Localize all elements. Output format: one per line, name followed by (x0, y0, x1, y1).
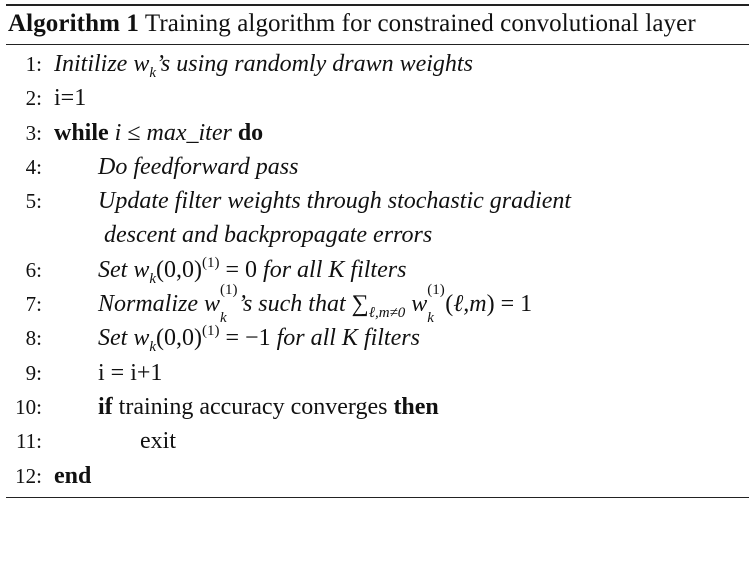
line-content: exit (140, 428, 176, 455)
algo-line-3: 3: while i ≤ max_iter do (6, 116, 749, 150)
algorithm-caption: Algorithm 1 Training algorithm for const… (6, 6, 749, 44)
line-content: Update filter weights through stochastic… (98, 188, 572, 215)
line-content: Initilize wk’s using randomly drawn weig… (54, 51, 473, 81)
line-number: 4: (25, 154, 42, 179)
algo-line-11: 11: exit (6, 424, 749, 458)
line-number: 12: (15, 463, 42, 488)
algo-line-9: 9: i = i+1 (6, 356, 749, 390)
line-number: 1: (25, 52, 42, 76)
bottom-rule (6, 496, 749, 498)
algo-line-2: 2: i=1 (6, 81, 749, 115)
line-content: Do feedforward pass (98, 153, 299, 180)
line-number: 11: (15, 429, 42, 454)
algo-line-6: 6: Set wk(0,0)(1) = 0 for all K filters (6, 253, 749, 287)
algo-line-7: 7: Normalize w (1) k’s such that ∑ℓ,m≠0 w(… (6, 282, 749, 327)
algo-line-5-continuation: descent and backpropagate errors (6, 218, 749, 252)
algorithm-box: Algorithm 1 Training algorithm for const… (6, 4, 749, 498)
algorithm-label: Algorithm 1 (8, 10, 139, 37)
algo-line-12: 12: end (6, 459, 749, 493)
line-number: 10: (15, 394, 42, 419)
line-number: 6: (25, 257, 42, 282)
keyword-if: if (98, 393, 113, 420)
line-content: Set wk(0,0)(1) = −1 for all K filters (98, 323, 420, 356)
line-number: 2: (25, 86, 42, 111)
keyword-end: end (54, 462, 92, 489)
line-number: 7: (25, 292, 42, 317)
line-content: descent and backpropagate errors (104, 222, 433, 249)
algo-line-4: 4: Do feedforward pass (6, 150, 749, 184)
keyword-then: then (393, 393, 439, 420)
line-content: i = i+1 (98, 359, 163, 386)
line-content: if training accuracy converges then (98, 393, 439, 420)
line-number: 3: (25, 120, 42, 145)
algo-line-5: 5: Update filter weights through stochas… (6, 184, 749, 218)
algo-line-8: 8: Set wk(0,0)(1) = −1 for all K filters (6, 321, 749, 355)
line-content: i=1 (54, 85, 87, 112)
keyword-do: do (237, 119, 264, 146)
line-number: 8: (25, 326, 42, 351)
algo-line-1: 1: Initilize wk’s using randomly drawn w… (6, 47, 749, 81)
algo-line-10: 10: if training accuracy converges then (6, 390, 749, 424)
keyword-while: while (54, 119, 109, 146)
algorithm-title: Training algorithm for constrained convo… (144, 10, 696, 37)
line-content: Normalize w (1) k’s such that ∑ℓ,m≠0 w (1) k… (98, 282, 533, 327)
algorithm-lines: 1: Initilize wk’s using randomly drawn w… (6, 45, 749, 497)
line-content: Set wk(0,0)(1) = 0 for all K filters (98, 254, 407, 287)
line-number: 5: (25, 189, 42, 214)
line-number: 9: (25, 360, 42, 385)
line-content: while i ≤ max_iter do (54, 119, 264, 146)
